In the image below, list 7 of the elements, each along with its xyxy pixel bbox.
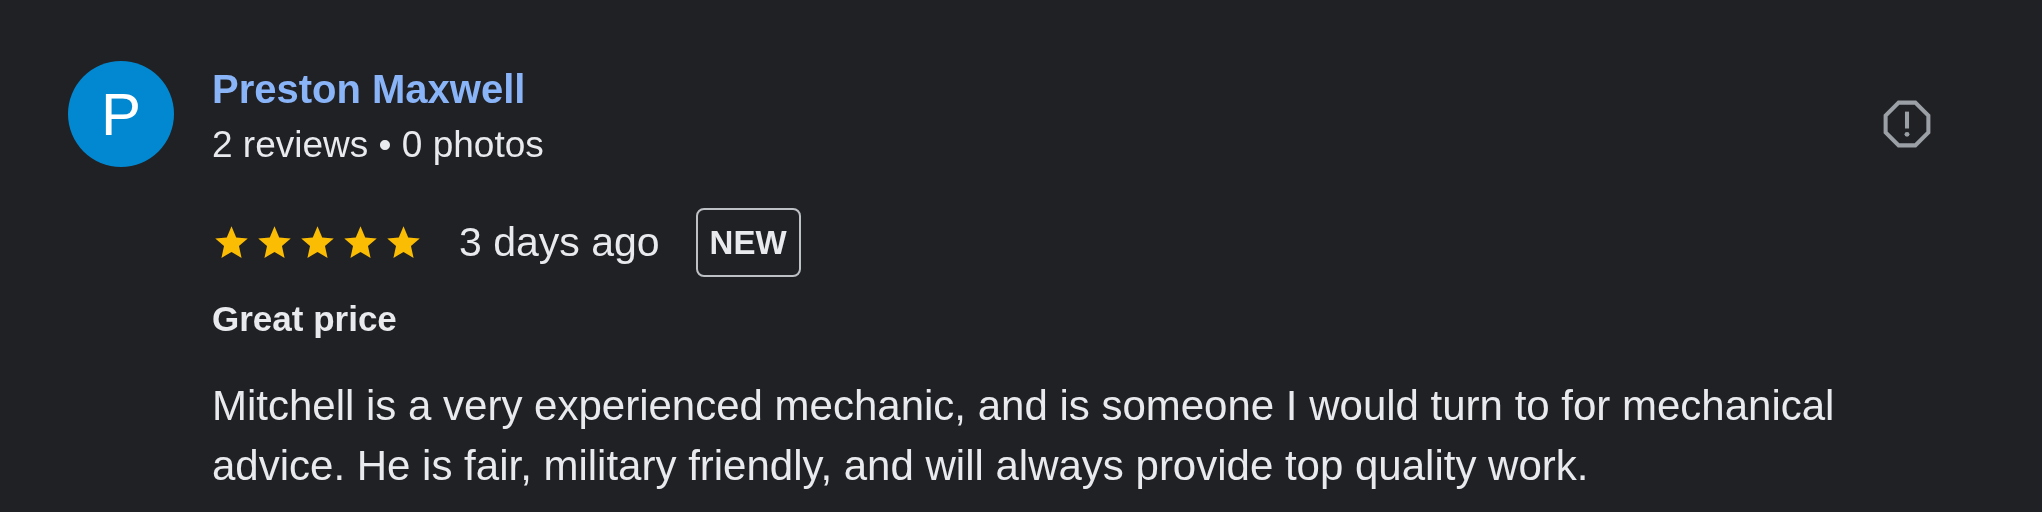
review-title: Great price	[212, 298, 397, 340]
review-time: 3 days ago	[459, 219, 660, 266]
review-text: Mitchell is a very experienced mechanic, and is someone I would turn to for mechanical advice. He is fair, military friendly, and will always provide top quality work.	[212, 381, 1836, 491]
new-badge: NEW	[695, 208, 801, 277]
avatar[interactable]: P	[68, 61, 174, 167]
reviewer-meta: 2 reviews • 0 photos	[212, 123, 544, 167]
reviewer-name[interactable]: Preston Maxwell	[212, 64, 526, 114]
